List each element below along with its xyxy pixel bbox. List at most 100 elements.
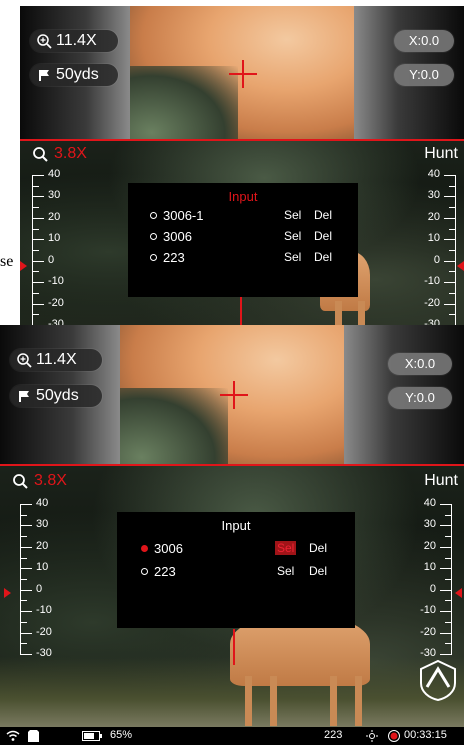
scale-tick	[32, 250, 39, 251]
x-offset-pill[interactable]: X:0.0	[394, 30, 454, 52]
zoom-level-pill[interactable]: 11.4X	[30, 30, 118, 52]
profile-input-dialog: Input 3006-1 Sel Del 3006 Sel Del 223 Sel Del	[128, 183, 358, 297]
scale-tick	[20, 621, 27, 623]
record-timer: 00:33:15	[404, 729, 447, 741]
y-offset-pill[interactable]: Y:0.0	[394, 64, 454, 86]
scale-label: -30	[420, 647, 436, 659]
scale-label: 0	[429, 582, 436, 595]
scale-tick	[445, 557, 452, 559]
wide-view-topbar: 3.8X Hunt	[20, 141, 464, 167]
scale-label: -10	[36, 604, 52, 617]
radio-button-icon[interactable]	[141, 567, 148, 575]
search-icon[interactable]	[32, 146, 48, 162]
select-button[interactable]: Sel	[282, 208, 303, 222]
zoomed-view: 11.4X 50yds X:0.0 Y:0.0	[0, 325, 464, 465]
scale-label: -10	[420, 604, 436, 617]
profile-name: 223	[163, 249, 185, 265]
select-button[interactable]: Sel	[282, 250, 303, 264]
brightness-icon[interactable]	[366, 730, 378, 742]
profile-list-item[interactable]: 223 Sel Del	[128, 247, 358, 267]
wide-view-topbar: 3.8X Hunt	[0, 468, 464, 494]
scale-tick	[32, 314, 39, 316]
active-profile: 223	[324, 729, 343, 741]
scale-label: 0	[36, 582, 43, 595]
scale-label: 40	[36, 497, 49, 509]
delete-button[interactable]: Del	[307, 541, 329, 555]
distance-pill[interactable]: 50yds	[30, 64, 118, 86]
scale-tick	[444, 303, 456, 305]
radio-button-icon[interactable]	[150, 211, 157, 219]
scale-tick	[20, 557, 27, 559]
deer-leg	[330, 676, 337, 726]
delete-button[interactable]: Del	[312, 250, 334, 264]
scale-tick	[444, 260, 456, 262]
radio-button-icon[interactable]	[150, 232, 157, 240]
zoom-in-icon	[37, 34, 52, 49]
scale-tick	[20, 546, 32, 548]
delete-button[interactable]: Del	[312, 208, 334, 222]
scale-tick	[449, 207, 456, 209]
scale-tick	[20, 525, 32, 527]
radio-button-icon[interactable]	[150, 253, 157, 261]
right-elevation-scale: 40 30 20 10 0 -10 -20 -30	[410, 497, 452, 659]
delete-button[interactable]: Del	[312, 229, 334, 243]
radio-button-icon[interactable]	[141, 544, 148, 552]
scale-tick	[445, 536, 452, 538]
select-button[interactable]: Sel	[282, 229, 303, 243]
scale-label: -10	[424, 275, 440, 288]
profile-name: 3006	[154, 540, 183, 556]
scale-tick	[449, 250, 456, 251]
profile-list-item[interactable]: 223 Sel Del	[117, 561, 355, 581]
deer-leg	[270, 676, 277, 726]
y-offset-pill[interactable]: Y:0.0	[388, 387, 452, 409]
scale-label: -20	[36, 625, 52, 638]
x-offset-pill[interactable]: X:0.0	[388, 353, 452, 375]
zoom-level-pill[interactable]: 11.4X	[10, 349, 102, 371]
profile-list-item[interactable]: 3006 Sel Del	[117, 538, 355, 558]
search-icon[interactable]	[12, 473, 28, 489]
profile-list-item[interactable]: 3006-1 Sel Del	[128, 205, 358, 225]
zoom-in-icon	[17, 353, 32, 368]
left-elevation-scale: 40 30 20 10 0 -10 -20 -30	[20, 497, 62, 659]
left-zero-marker-icon	[20, 261, 27, 271]
flag-icon	[39, 70, 49, 81]
profile-name: 3006	[163, 228, 192, 244]
scale-tick	[449, 292, 456, 294]
scale-label: 30	[48, 189, 61, 202]
battery-icon	[82, 731, 102, 741]
flag-icon	[19, 391, 29, 402]
accufire-logo	[418, 659, 458, 702]
scale-tick	[20, 600, 27, 602]
mode-label[interactable]: Hunt	[424, 145, 458, 163]
mode-label[interactable]: Hunt	[424, 472, 458, 490]
scale-tick	[449, 271, 456, 273]
select-button[interactable]: Sel	[275, 541, 297, 555]
scale-label: 20	[423, 539, 436, 552]
scale-label: 20	[36, 539, 49, 552]
scale-tick	[32, 175, 44, 176]
scale-label: -30	[36, 647, 52, 659]
scale-tick	[445, 514, 452, 516]
delete-button[interactable]: Del	[307, 564, 329, 578]
scale-label: 30	[427, 189, 440, 202]
wide-zoom-label: 3.8X	[34, 472, 67, 489]
zoom-level-label: 11.4X	[56, 32, 97, 49]
scale-tick	[440, 568, 452, 570]
right-zero-marker-icon	[457, 261, 464, 271]
scale-tick	[440, 504, 452, 505]
record-icon[interactable]	[388, 730, 400, 742]
scale-label: -10	[48, 275, 64, 288]
scale-tick	[20, 654, 32, 655]
scale-tick	[449, 185, 456, 187]
profile-list-item[interactable]: 3006 Sel Del	[128, 226, 358, 246]
scale-label: 20	[48, 210, 61, 223]
scale-tick	[32, 271, 39, 273]
scale-label: 0	[48, 253, 55, 266]
wide-view: 3.8X Hunt 40 30 20 10 0 -10 -20 -30 40 30 20 10 0 -1…	[20, 141, 464, 326]
distance-pill[interactable]: 50yds	[10, 385, 102, 407]
scale-label: -20	[420, 625, 436, 638]
scale-tick	[32, 196, 44, 198]
scale-tick	[445, 579, 452, 580]
wide-view: 3.8X Hunt 40 30 20 10 0 -10 -20 -30 40 30 20 10 0 -1…	[0, 466, 464, 727]
select-button[interactable]: Sel	[275, 564, 296, 578]
